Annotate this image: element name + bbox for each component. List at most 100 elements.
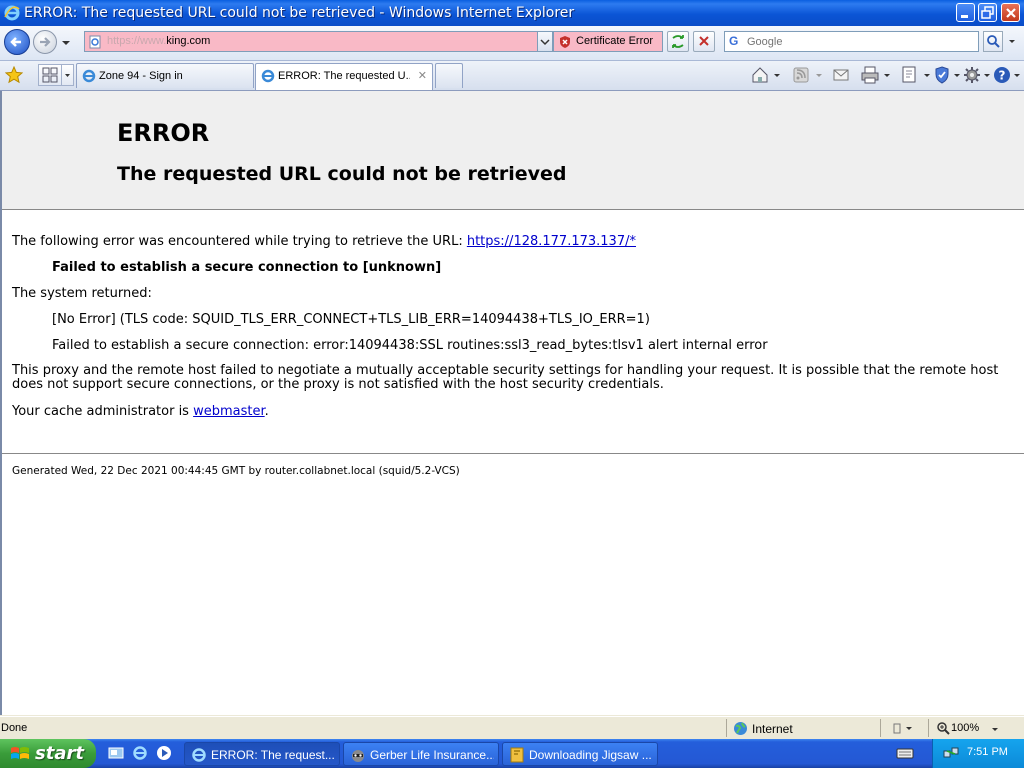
taskbar: start ERROR: The request... Gerber Life … [0, 739, 1024, 768]
favorites-star-icon[interactable] [4, 65, 24, 89]
system-returned-label: The system returned: [12, 286, 152, 301]
ie-page-icon [82, 69, 96, 88]
ie-page-icon [261, 69, 275, 88]
address-bar[interactable]: https://www.king.com [84, 31, 554, 52]
search-box[interactable]: G [724, 31, 979, 52]
ssl-error-text: Failed to establish a secure connection:… [52, 338, 768, 353]
page-content: ERROR The requested URL could not be ret… [0, 91, 1024, 715]
feeds-icon[interactable] [792, 65, 810, 85]
status-divider [880, 719, 881, 737]
zoom-level[interactable]: 100% [951, 722, 979, 734]
certificate-error-label: Certificate Error [576, 35, 654, 47]
search-input[interactable] [745, 33, 974, 51]
generated-footer: Generated Wed, 22 Dec 2021 00:44:45 GMT … [12, 465, 460, 477]
address-host: king.com [166, 35, 211, 47]
safety-shield-icon[interactable] [932, 65, 952, 85]
minimize-button[interactable] [956, 3, 975, 22]
task-label: Gerber Life Insurance... [370, 748, 494, 762]
clock[interactable]: 7:51 PM [967, 746, 1008, 758]
tools-dropdown[interactable] [982, 65, 992, 85]
status-text: Done [1, 722, 28, 734]
tab-zone-94[interactable]: Zone 94 - Sign in [76, 63, 254, 88]
tls-code-text: [No Error] (TLS code: SQUID_TLS_ERR_CONN… [52, 312, 650, 327]
protected-mode-icon[interactable] [890, 721, 914, 741]
search-button[interactable] [983, 31, 1003, 52]
start-label: start [35, 743, 84, 764]
close-window-button[interactable] [1001, 3, 1020, 22]
ie-logo-icon [4, 5, 20, 26]
tab-list-dropdown[interactable] [62, 64, 74, 86]
error-header: ERROR The requested URL could not be ret… [2, 91, 1024, 210]
search-options-dropdown[interactable] [1005, 31, 1019, 52]
footer-divider [2, 453, 1024, 454]
print-dropdown[interactable] [882, 65, 892, 85]
certificate-error-button[interactable]: Certificate Error [553, 31, 663, 52]
page-menu-dropdown[interactable] [922, 65, 932, 85]
google-icon: G [729, 34, 739, 48]
task-label: Downloading Jigsaw ... [529, 748, 652, 762]
address-url: https://www.king.com [107, 35, 210, 47]
explanation-paragraph: This proxy and the remote host failed to… [12, 363, 999, 392]
window-title: ERROR: The requested URL could not be re… [24, 5, 575, 21]
back-button[interactable] [4, 29, 30, 55]
navigation-bar: https://www.king.com Certificate Error G [0, 26, 1024, 61]
stop-button[interactable] [693, 31, 715, 52]
admin-suffix: . [264, 404, 269, 419]
media-player-icon[interactable] [156, 745, 172, 766]
close-tab-icon[interactable]: ✕ [418, 69, 427, 82]
system-tray: 7:51 PM [932, 739, 1024, 768]
status-bar: Done Internet 100% [0, 716, 1024, 740]
read-mail-icon[interactable] [832, 65, 850, 85]
network-tray-icon[interactable] [943, 745, 959, 766]
error-detail: Failed to establish a secure connection … [52, 260, 442, 275]
forward-button[interactable] [33, 30, 57, 54]
safety-dropdown[interactable] [952, 65, 962, 85]
tab-command-bar: Zone 94 - Sign in ERROR: The requested U… [0, 61, 1024, 91]
tab-label: ERROR: The requested U... [278, 70, 410, 82]
status-divider [726, 719, 727, 737]
title-bar: ERROR: The requested URL could not be re… [0, 0, 1024, 26]
ie-quicklaunch-icon[interactable] [132, 745, 148, 766]
task-gerber[interactable]: Gerber Life Insurance... [343, 742, 499, 766]
new-tab-button[interactable] [435, 63, 463, 88]
feeds-dropdown[interactable] [814, 65, 824, 85]
restore-button[interactable] [978, 3, 997, 22]
keyboard-tray-icon[interactable] [896, 745, 914, 766]
webmaster-link[interactable]: webmaster [193, 404, 265, 419]
quick-tabs-button[interactable] [38, 64, 62, 86]
windows-flag-icon [10, 745, 30, 768]
shield-error-icon [558, 35, 572, 54]
task-jigsaw[interactable]: Downloading Jigsaw ... [502, 742, 658, 766]
svg-text:?: ? [999, 69, 1006, 83]
address-dropdown-button[interactable] [537, 31, 553, 52]
show-desktop-icon[interactable] [108, 745, 124, 766]
security-zone-label: Internet [752, 722, 793, 736]
refresh-button[interactable] [667, 31, 689, 52]
home-icon[interactable] [750, 65, 770, 85]
page-icon [88, 35, 102, 54]
tab-error[interactable]: ERROR: The requested U... ✕ [255, 63, 433, 90]
status-divider [928, 719, 929, 737]
intro-text: The following error was encountered whil… [12, 234, 463, 249]
zoom-icon[interactable] [936, 721, 950, 741]
zoom-dropdown[interactable] [990, 722, 1000, 740]
task-ie-error[interactable]: ERROR: The request... [184, 742, 340, 766]
help-icon[interactable]: ? [992, 65, 1012, 85]
ie-task-icon [191, 747, 207, 768]
retrieved-url-link[interactable]: https://128.177.173.137/* [467, 234, 636, 249]
raccoon-task-icon [350, 747, 366, 768]
internet-globe-icon [733, 721, 748, 741]
start-button[interactable]: start [0, 739, 96, 768]
home-dropdown[interactable] [772, 65, 782, 85]
tools-gear-icon[interactable] [962, 65, 982, 85]
admin-line: Your cache administrator is webmaster. [12, 404, 269, 419]
address-scheme: https://www. [107, 35, 167, 47]
page-menu-icon[interactable] [900, 65, 920, 85]
intro-line: The following error was encountered whil… [12, 234, 636, 249]
help-dropdown[interactable] [1012, 65, 1022, 85]
task-label: ERROR: The request... [211, 748, 335, 762]
print-icon[interactable] [860, 65, 880, 85]
admin-prefix: Your cache administrator is [12, 404, 189, 419]
download-task-icon [509, 747, 525, 768]
recent-pages-dropdown[interactable] [60, 36, 72, 48]
